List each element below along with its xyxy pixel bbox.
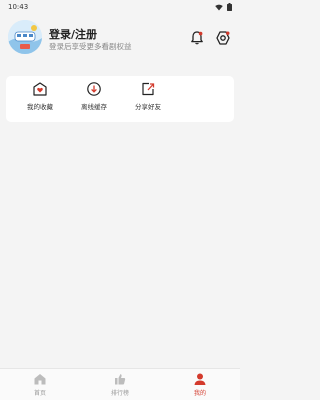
profile-icon — [194, 373, 206, 385]
avatar-image — [8, 20, 42, 54]
login-register-title[interactable]: 登录/注册 — [49, 26, 97, 42]
offline-cache-button[interactable]: 离线缓存 — [72, 81, 116, 117]
wifi-icon — [215, 4, 223, 10]
share-friends-button[interactable]: 分享好友 — [126, 81, 170, 117]
nav-profile[interactable]: 我的 — [178, 372, 222, 400]
user-header: 登录/注册 登录后享受更多看剧权益 — [0, 14, 240, 66]
avatar[interactable] — [8, 20, 42, 54]
status-time: 10:43 — [8, 3, 29, 11]
login-benefit-subtitle: 登录后享受更多看剧权益 — [49, 42, 132, 51]
battery-icon — [227, 3, 232, 11]
status-icons — [215, 3, 232, 11]
favorites-icon — [33, 82, 47, 96]
status-bar: 10:43 — [0, 0, 240, 14]
bottom-nav: 首页 排行榜 我的 — [0, 368, 240, 400]
download-icon — [87, 82, 101, 96]
home-icon — [34, 374, 46, 385]
settings-icon[interactable] — [215, 30, 231, 46]
favorites-button[interactable]: 我的收藏 — [18, 81, 62, 117]
nav-profile-label: 我的 — [193, 390, 206, 397]
ranking-icon — [115, 374, 126, 385]
share-friends-label: 分享好友 — [135, 103, 161, 111]
nav-home-label: 首页 — [33, 390, 46, 397]
nav-ranking-label: 排行榜 — [110, 390, 129, 397]
bell-icon[interactable] — [189, 30, 205, 46]
share-icon — [142, 82, 155, 96]
favorites-label: 我的收藏 — [27, 103, 53, 111]
quick-actions-card: 我的收藏 离线缓存 分享好友 — [6, 76, 234, 122]
nav-ranking[interactable]: 排行榜 — [98, 372, 142, 400]
nav-home[interactable]: 首页 — [18, 372, 62, 400]
offline-cache-label: 离线缓存 — [81, 103, 107, 111]
